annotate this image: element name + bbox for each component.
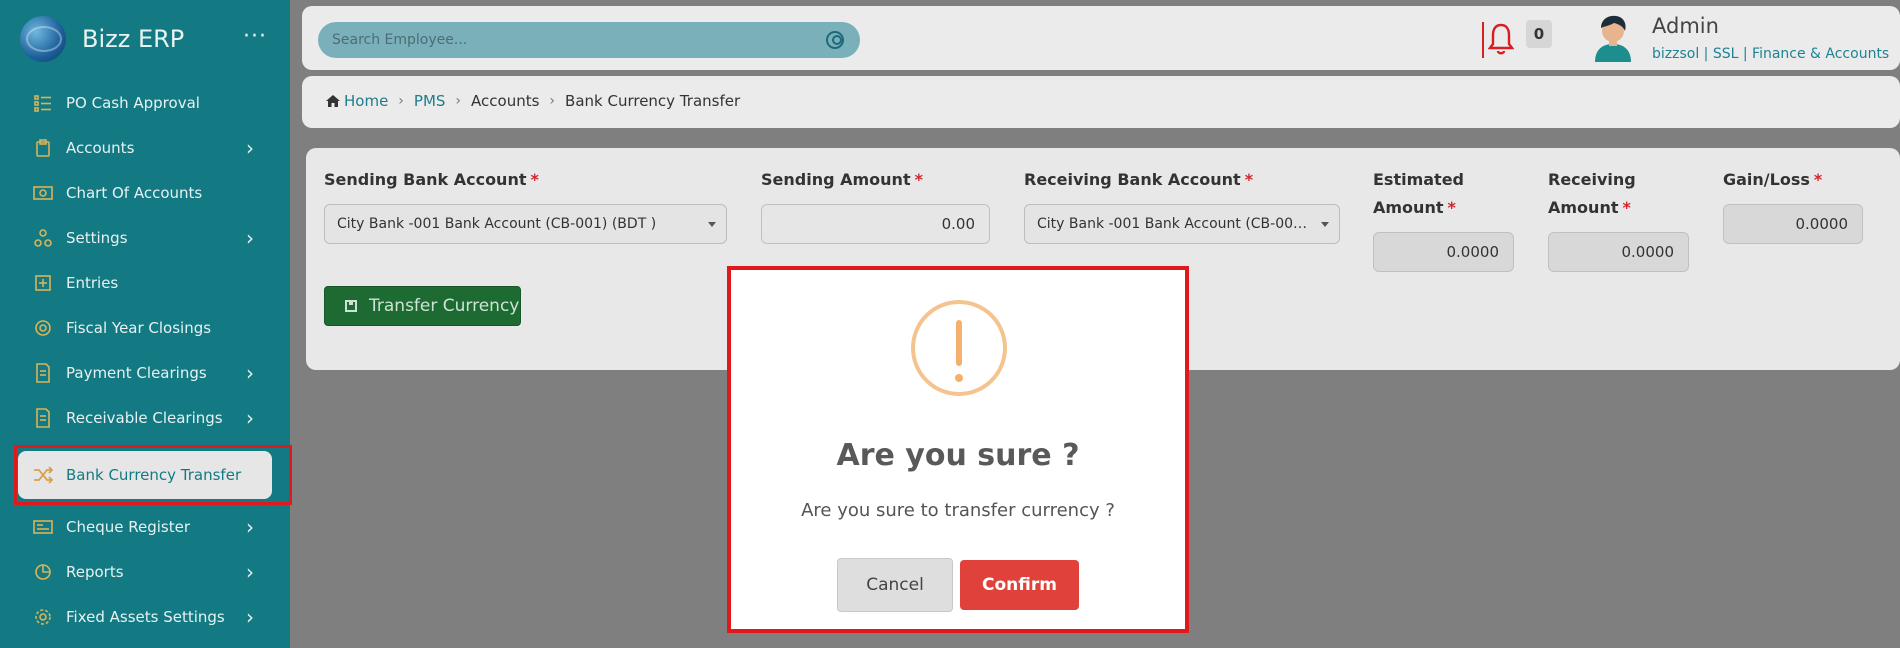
caret-down-icon — [1321, 222, 1329, 227]
search-bar — [318, 22, 860, 58]
confirm-button[interactable]: Confirm — [960, 560, 1079, 610]
list-icon — [32, 92, 54, 114]
dialog-title: Are you sure ? — [836, 438, 1080, 473]
user-name: Admin — [1652, 14, 1719, 38]
chevron-right-icon: › — [246, 515, 254, 539]
chevron-right-icon: › — [246, 361, 254, 385]
receiving-bank-select[interactable]: City Bank -001 Bank Account (CB-001) (B.… — [1024, 204, 1340, 244]
breadcrumb-current: Bank Currency Transfer — [565, 92, 741, 110]
user-org: bizzsol | SSL | Finance & Accounts — [1652, 46, 1890, 62]
transfer-currency-label: Transfer Currency — [369, 296, 520, 316]
cancel-button[interactable]: Cancel — [837, 558, 953, 612]
gear-icon — [32, 606, 54, 628]
sidebar-item-chart-of-accounts[interactable]: Chart Of Accounts — [14, 173, 274, 213]
transfer-currency-button[interactable]: Transfer Currency — [324, 286, 521, 326]
warning-icon — [911, 300, 1007, 396]
gain-loss-field: 0.0000 — [1723, 204, 1863, 244]
sidebar-item-payment-clearings[interactable]: Payment Clearings › — [14, 353, 274, 393]
save-icon — [345, 300, 357, 312]
chevron-right-icon: › — [398, 93, 404, 109]
clipboard-icon — [32, 137, 54, 159]
sidebar: Bizz ERP ··· PO Cash Approval Accounts ›… — [0, 0, 290, 648]
sidebar-item-cheque-register[interactable]: Cheque Register › — [14, 507, 274, 547]
receiving-bank-label: Receiving Bank Account * — [1024, 170, 1254, 189]
menu-dots-icon[interactable]: ··· — [243, 24, 267, 49]
chevron-right-icon: › — [455, 93, 462, 109]
sidebar-item-label: Chart Of Accounts — [66, 184, 203, 202]
receiving-amount-field: 0.0000 — [1548, 232, 1689, 272]
sending-amount-input[interactable]: 0.00 — [761, 204, 990, 244]
sidebar-item-receivable-clearings[interactable]: Receivable Clearings › — [14, 398, 274, 438]
notification-count: 0 — [1526, 20, 1552, 48]
user-search-icon[interactable] — [826, 31, 844, 49]
confirm-dialog: Are you sure ? Are you sure to transfer … — [727, 266, 1189, 633]
breadcrumb-home[interactable]: Home — [344, 92, 388, 110]
sidebar-item-fiscal-year-closings[interactable]: Fiscal Year Closings — [14, 308, 274, 348]
receiving-amount-label: Receiving Amount * — [1548, 170, 1636, 217]
sidebar-item-reports[interactable]: Reports › — [14, 552, 274, 592]
sidebar-item-fixed-assets-settings[interactable]: Fixed Assets Settings › — [14, 597, 274, 637]
estimated-amount-label: Estimated Amount * — [1373, 170, 1465, 217]
invoice-icon — [32, 362, 54, 384]
cheque-icon — [32, 516, 54, 538]
estimated-amount-field: 0.0000 — [1373, 232, 1514, 272]
home-icon — [326, 95, 340, 107]
breadcrumb: Home › PMS › Accounts › Bank Currency Tr… — [326, 92, 740, 110]
bell-icon[interactable] — [1482, 22, 1514, 58]
chevron-right-icon: › — [246, 605, 254, 629]
dialog-message: Are you sure to transfer currency ? — [801, 500, 1115, 521]
chevron-right-icon: › — [246, 136, 254, 160]
sidebar-item-label: Cheque Register — [66, 518, 190, 536]
sidebar-item-label: PO Cash Approval — [66, 94, 200, 112]
brand[interactable]: Bizz ERP — [20, 14, 184, 64]
topbar: 0 Admin bizzsol | SSL | Finance & Accoun… — [302, 6, 1900, 70]
sidebar-item-label: Fiscal Year Closings — [66, 319, 212, 337]
breadcrumb-accounts: Accounts — [471, 92, 540, 110]
sidebar-item-settings[interactable]: Settings › — [14, 218, 274, 258]
sidebar-item-accounts[interactable]: Accounts › — [14, 128, 274, 168]
sending-amount-label: Sending Amount * — [761, 170, 923, 189]
chevron-right-icon: › — [549, 93, 556, 109]
globe-logo-icon — [20, 16, 66, 62]
sidebar-item-label: Payment Clearings — [66, 364, 207, 382]
chevron-right-icon: › — [246, 226, 254, 250]
sidebar-item-po-cash-approval[interactable]: PO Cash Approval — [14, 83, 274, 123]
breadcrumb-pms[interactable]: PMS — [414, 92, 446, 110]
sidebar-item-label: Reports — [66, 563, 124, 581]
chevron-right-icon: › — [246, 560, 254, 584]
sidebar-item-label: Receivable Clearings — [66, 409, 223, 427]
nodes-icon — [32, 227, 54, 249]
sidebar-item-label: Entries — [66, 274, 119, 292]
plus-square-icon — [32, 272, 54, 294]
invoice-icon — [32, 407, 54, 429]
sidebar-item-label: Settings — [66, 229, 128, 247]
caret-down-icon — [708, 222, 716, 227]
pie-chart-icon — [32, 561, 54, 583]
search-input[interactable] — [332, 28, 812, 52]
breadcrumb-bar: Home › PMS › Accounts › Bank Currency Tr… — [302, 76, 1900, 128]
sending-bank-label: Sending Bank Account * — [324, 170, 539, 189]
sidebar-item-entries[interactable]: Entries — [14, 263, 274, 303]
coin-icon — [32, 317, 54, 339]
app-name: Bizz ERP — [82, 25, 185, 53]
active-item-highlight — [14, 445, 292, 505]
sending-bank-select[interactable]: City Bank -001 Bank Account (CB-001) (BD… — [324, 204, 727, 244]
gain-loss-label: Gain/Loss * — [1723, 170, 1823, 189]
sidebar-item-label: Fixed Assets Settings — [66, 608, 225, 626]
sidebar-item-label: Accounts — [66, 139, 135, 157]
avatar[interactable] — [1590, 14, 1636, 62]
chevron-right-icon: › — [246, 406, 254, 430]
money-icon — [32, 182, 54, 204]
